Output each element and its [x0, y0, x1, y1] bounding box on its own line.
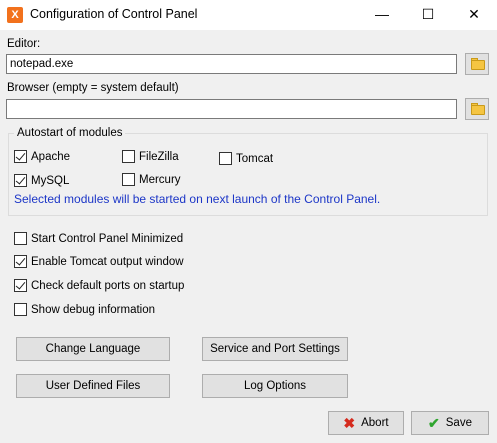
service-port-settings-button[interactable]: Service and Port Settings: [202, 337, 348, 361]
browser-browse-button[interactable]: [465, 98, 489, 120]
xampp-app-icon: X: [7, 7, 23, 23]
checkbox-label: Apache: [31, 151, 71, 163]
title-bar: X Configuration of Control Panel — ☐ ✕: [0, 0, 497, 30]
folder-icon: [471, 60, 485, 70]
checkbox-label: Enable Tomcat output window: [31, 256, 184, 268]
minimize-button[interactable]: —: [359, 0, 405, 30]
abort-button[interactable]: ✖ Abort: [328, 411, 404, 435]
save-icon: ✔: [428, 414, 440, 431]
abort-icon: ✖: [343, 414, 356, 431]
editor-browse-button[interactable]: [465, 53, 489, 75]
browser-input[interactable]: [6, 99, 457, 119]
window-title: Configuration of Control Panel: [30, 7, 198, 21]
checkbox-box[interactable]: [122, 173, 135, 186]
log-options-button[interactable]: Log Options: [202, 374, 348, 398]
checkbox-label: Mercury: [139, 174, 181, 186]
user-defined-files-button[interactable]: User Defined Files: [16, 374, 170, 398]
browser-label: Browser (empty = system default): [7, 82, 179, 94]
save-button[interactable]: ✔ Save: [411, 411, 489, 435]
checkbox-box[interactable]: [14, 255, 27, 268]
checkbox-label: FileZilla: [139, 151, 179, 163]
checkbox-box[interactable]: [14, 174, 27, 187]
autostart-info-text: Selected modules will be started on next…: [14, 192, 381, 206]
editor-label: Editor:: [7, 38, 41, 50]
folder-icon: [471, 105, 485, 115]
abort-label: Abort: [361, 417, 389, 429]
checkbox-box[interactable]: [122, 150, 135, 163]
autostart-legend: Autostart of modules: [14, 127, 126, 139]
save-label: Save: [445, 417, 472, 429]
checkbox-box[interactable]: [219, 152, 232, 165]
checkbox-label: Show debug information: [31, 304, 156, 316]
close-button[interactable]: ✕: [451, 0, 497, 30]
checkbox-label: MySQL: [31, 175, 70, 187]
change-language-button[interactable]: Change Language: [16, 337, 170, 361]
checkbox-box[interactable]: [14, 279, 27, 292]
checkbox-box[interactable]: [14, 303, 27, 316]
editor-input[interactable]: notepad.exe: [6, 54, 457, 74]
checkbox-label: Check default ports on startup: [31, 280, 185, 292]
checkbox-box[interactable]: [14, 232, 27, 245]
maximize-button[interactable]: ☐: [405, 0, 451, 30]
checkbox-label: Start Control Panel Minimized: [31, 233, 184, 245]
checkbox-box[interactable]: [14, 150, 27, 163]
checkbox-label: Tomcat: [236, 153, 274, 165]
